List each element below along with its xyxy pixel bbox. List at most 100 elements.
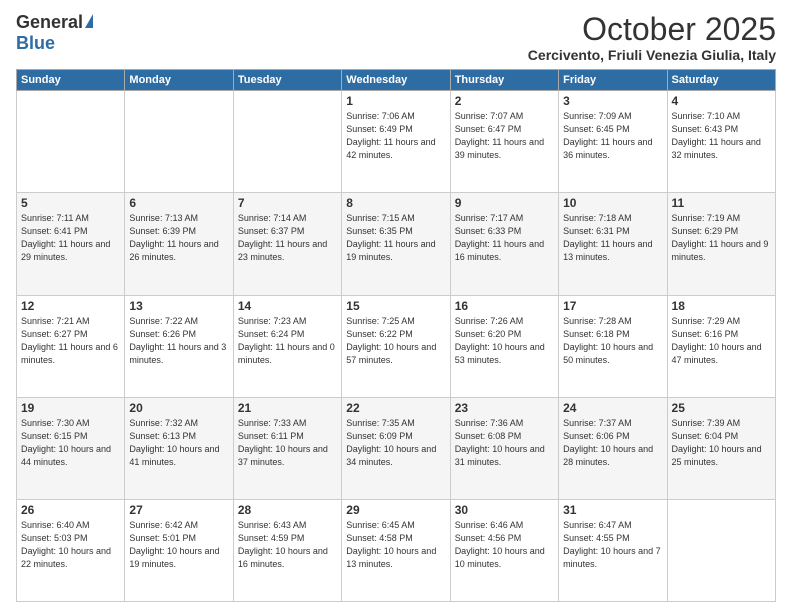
table-row: 30 Sunrise: 6:46 AM Sunset: 4:56 PM Dayli… [450, 499, 558, 601]
table-row [17, 91, 125, 193]
col-monday: Monday [125, 70, 233, 91]
table-row: 19 Sunrise: 7:30 AM Sunset: 6:15 PM Dayli… [17, 397, 125, 499]
day-info: Sunrise: 7:19 AM Sunset: 6:29 PM Dayligh… [672, 212, 771, 264]
day-number: 28 [238, 503, 337, 517]
day-info: Sunrise: 7:35 AM Sunset: 6:09 PM Dayligh… [346, 417, 445, 469]
day-info: Sunrise: 7:11 AM Sunset: 6:41 PM Dayligh… [21, 212, 120, 264]
table-row: 26 Sunrise: 6:40 AM Sunset: 5:03 PM Dayli… [17, 499, 125, 601]
day-number: 10 [563, 196, 662, 210]
day-info: Sunrise: 6:43 AM Sunset: 4:59 PM Dayligh… [238, 519, 337, 571]
day-number: 24 [563, 401, 662, 415]
table-row: 6 Sunrise: 7:13 AM Sunset: 6:39 PM Daylig… [125, 193, 233, 295]
table-row: 20Sunrise: 7:32 AM Sunset: 6:13 PM Dayli… [125, 397, 233, 499]
table-row: 22 Sunrise: 7:35 AM Sunset: 6:09 PM Dayli… [342, 397, 450, 499]
day-number: 26 [21, 503, 120, 517]
location-title: Cercivento, Friuli Venezia Giulia, Italy [528, 47, 776, 63]
col-wednesday: Wednesday [342, 70, 450, 91]
day-number: 20 [129, 401, 228, 415]
day-number: 19 [21, 401, 120, 415]
table-row: 4 Sunrise: 7:10 AM Sunset: 6:43 PM Daylig… [667, 91, 775, 193]
table-row: 24 Sunrise: 7:37 AM Sunset: 6:06 PM Dayli… [559, 397, 667, 499]
calendar-week-row: 1Sunrise: 7:06 AM Sunset: 6:49 PM Daylig… [17, 91, 776, 193]
table-row: 27 Sunrise: 6:42 AM Sunset: 5:01 PM Dayli… [125, 499, 233, 601]
table-row: 23Sunrise: 7:36 AM Sunset: 6:08 PM Dayli… [450, 397, 558, 499]
day-number: 18 [672, 299, 771, 313]
table-row: 2 Sunrise: 7:07 AM Sunset: 6:47 PM Daylig… [450, 91, 558, 193]
table-row: 11 Sunrise: 7:19 AM Sunset: 6:29 PM Dayli… [667, 193, 775, 295]
day-number: 21 [238, 401, 337, 415]
day-number: 13 [129, 299, 228, 313]
day-info: Sunrise: 7:37 AM Sunset: 6:06 PM Dayligh… [563, 417, 662, 469]
logo-general-text: General [16, 12, 83, 33]
header: General Blue October 2025 Cercivento, Fr… [16, 12, 776, 63]
col-friday: Friday [559, 70, 667, 91]
day-info: Sunrise: 6:47 AM Sunset: 4:55 PM Dayligh… [563, 519, 662, 571]
day-number: 3 [563, 94, 662, 108]
day-number: 9 [455, 196, 554, 210]
day-number: 6 [129, 196, 228, 210]
day-number: 15 [346, 299, 445, 313]
calendar-week-row: 26 Sunrise: 6:40 AM Sunset: 5:03 PM Dayli… [17, 499, 776, 601]
title-block: October 2025 Cercivento, Friuli Venezia … [528, 12, 776, 63]
col-sunday: Sunday [17, 70, 125, 91]
day-info: Sunrise: 6:45 AM Sunset: 4:58 PM Dayligh… [346, 519, 445, 571]
day-number: 27 [129, 503, 228, 517]
table-row: 25Sunrise: 7:39 AM Sunset: 6:04 PM Dayli… [667, 397, 775, 499]
day-number: 31 [563, 503, 662, 517]
day-number: 2 [455, 94, 554, 108]
table-row: 14Sunrise: 7:23 AM Sunset: 6:24 PM Dayli… [233, 295, 341, 397]
table-row: 29Sunrise: 6:45 AM Sunset: 4:58 PM Dayli… [342, 499, 450, 601]
day-number: 4 [672, 94, 771, 108]
day-info: Sunrise: 7:13 AM Sunset: 6:39 PM Dayligh… [129, 212, 228, 264]
table-row: 15Sunrise: 7:25 AM Sunset: 6:22 PM Dayli… [342, 295, 450, 397]
day-info: Sunrise: 7:14 AM Sunset: 6:37 PM Dayligh… [238, 212, 337, 264]
day-info: Sunrise: 6:42 AM Sunset: 5:01 PM Dayligh… [129, 519, 228, 571]
table-row: 8Sunrise: 7:15 AM Sunset: 6:35 PM Daylig… [342, 193, 450, 295]
table-row: 21 Sunrise: 7:33 AM Sunset: 6:11 PM Dayli… [233, 397, 341, 499]
day-info: Sunrise: 7:18 AM Sunset: 6:31 PM Dayligh… [563, 212, 662, 264]
day-info: Sunrise: 6:40 AM Sunset: 5:03 PM Dayligh… [21, 519, 120, 571]
table-row: 7Sunrise: 7:14 AM Sunset: 6:37 PM Daylig… [233, 193, 341, 295]
day-info: Sunrise: 7:29 AM Sunset: 6:16 PM Dayligh… [672, 315, 771, 367]
day-number: 22 [346, 401, 445, 415]
table-row [667, 499, 775, 601]
table-row: 10 Sunrise: 7:18 AM Sunset: 6:31 PM Dayli… [559, 193, 667, 295]
table-row [125, 91, 233, 193]
calendar-week-row: 5 Sunrise: 7:11 AM Sunset: 6:41 PM Daylig… [17, 193, 776, 295]
day-info: Sunrise: 7:26 AM Sunset: 6:20 PM Dayligh… [455, 315, 554, 367]
month-title: October 2025 [528, 12, 776, 47]
day-info: Sunrise: 7:07 AM Sunset: 6:47 PM Dayligh… [455, 110, 554, 162]
day-number: 16 [455, 299, 554, 313]
table-row: 1Sunrise: 7:06 AM Sunset: 6:49 PM Daylig… [342, 91, 450, 193]
table-row: 3Sunrise: 7:09 AM Sunset: 6:45 PM Daylig… [559, 91, 667, 193]
day-number: 17 [563, 299, 662, 313]
day-number: 30 [455, 503, 554, 517]
day-info: Sunrise: 7:10 AM Sunset: 6:43 PM Dayligh… [672, 110, 771, 162]
table-row: 31 Sunrise: 6:47 AM Sunset: 4:55 PM Dayli… [559, 499, 667, 601]
calendar-week-row: 12Sunrise: 7:21 AM Sunset: 6:27 PM Dayli… [17, 295, 776, 397]
col-tuesday: Tuesday [233, 70, 341, 91]
day-info: Sunrise: 7:30 AM Sunset: 6:15 PM Dayligh… [21, 417, 120, 469]
day-info: Sunrise: 7:33 AM Sunset: 6:11 PM Dayligh… [238, 417, 337, 469]
col-saturday: Saturday [667, 70, 775, 91]
table-row: 17 Sunrise: 7:28 AM Sunset: 6:18 PM Dayli… [559, 295, 667, 397]
day-number: 5 [21, 196, 120, 210]
logo-blue-text: Blue [16, 33, 55, 54]
day-info: Sunrise: 7:28 AM Sunset: 6:18 PM Dayligh… [563, 315, 662, 367]
day-info: Sunrise: 7:06 AM Sunset: 6:49 PM Dayligh… [346, 110, 445, 162]
day-number: 11 [672, 196, 771, 210]
day-number: 14 [238, 299, 337, 313]
day-number: 8 [346, 196, 445, 210]
day-number: 25 [672, 401, 771, 415]
day-info: Sunrise: 6:46 AM Sunset: 4:56 PM Dayligh… [455, 519, 554, 571]
table-row: 5 Sunrise: 7:11 AM Sunset: 6:41 PM Daylig… [17, 193, 125, 295]
col-thursday: Thursday [450, 70, 558, 91]
table-row: 12Sunrise: 7:21 AM Sunset: 6:27 PM Dayli… [17, 295, 125, 397]
table-row [233, 91, 341, 193]
day-number: 23 [455, 401, 554, 415]
day-number: 12 [21, 299, 120, 313]
day-info: Sunrise: 7:22 AM Sunset: 6:26 PM Dayligh… [129, 315, 228, 367]
table-row: 13 Sunrise: 7:22 AM Sunset: 6:26 PM Dayli… [125, 295, 233, 397]
table-row: 28 Sunrise: 6:43 AM Sunset: 4:59 PM Dayli… [233, 499, 341, 601]
day-info: Sunrise: 7:17 AM Sunset: 6:33 PM Dayligh… [455, 212, 554, 264]
